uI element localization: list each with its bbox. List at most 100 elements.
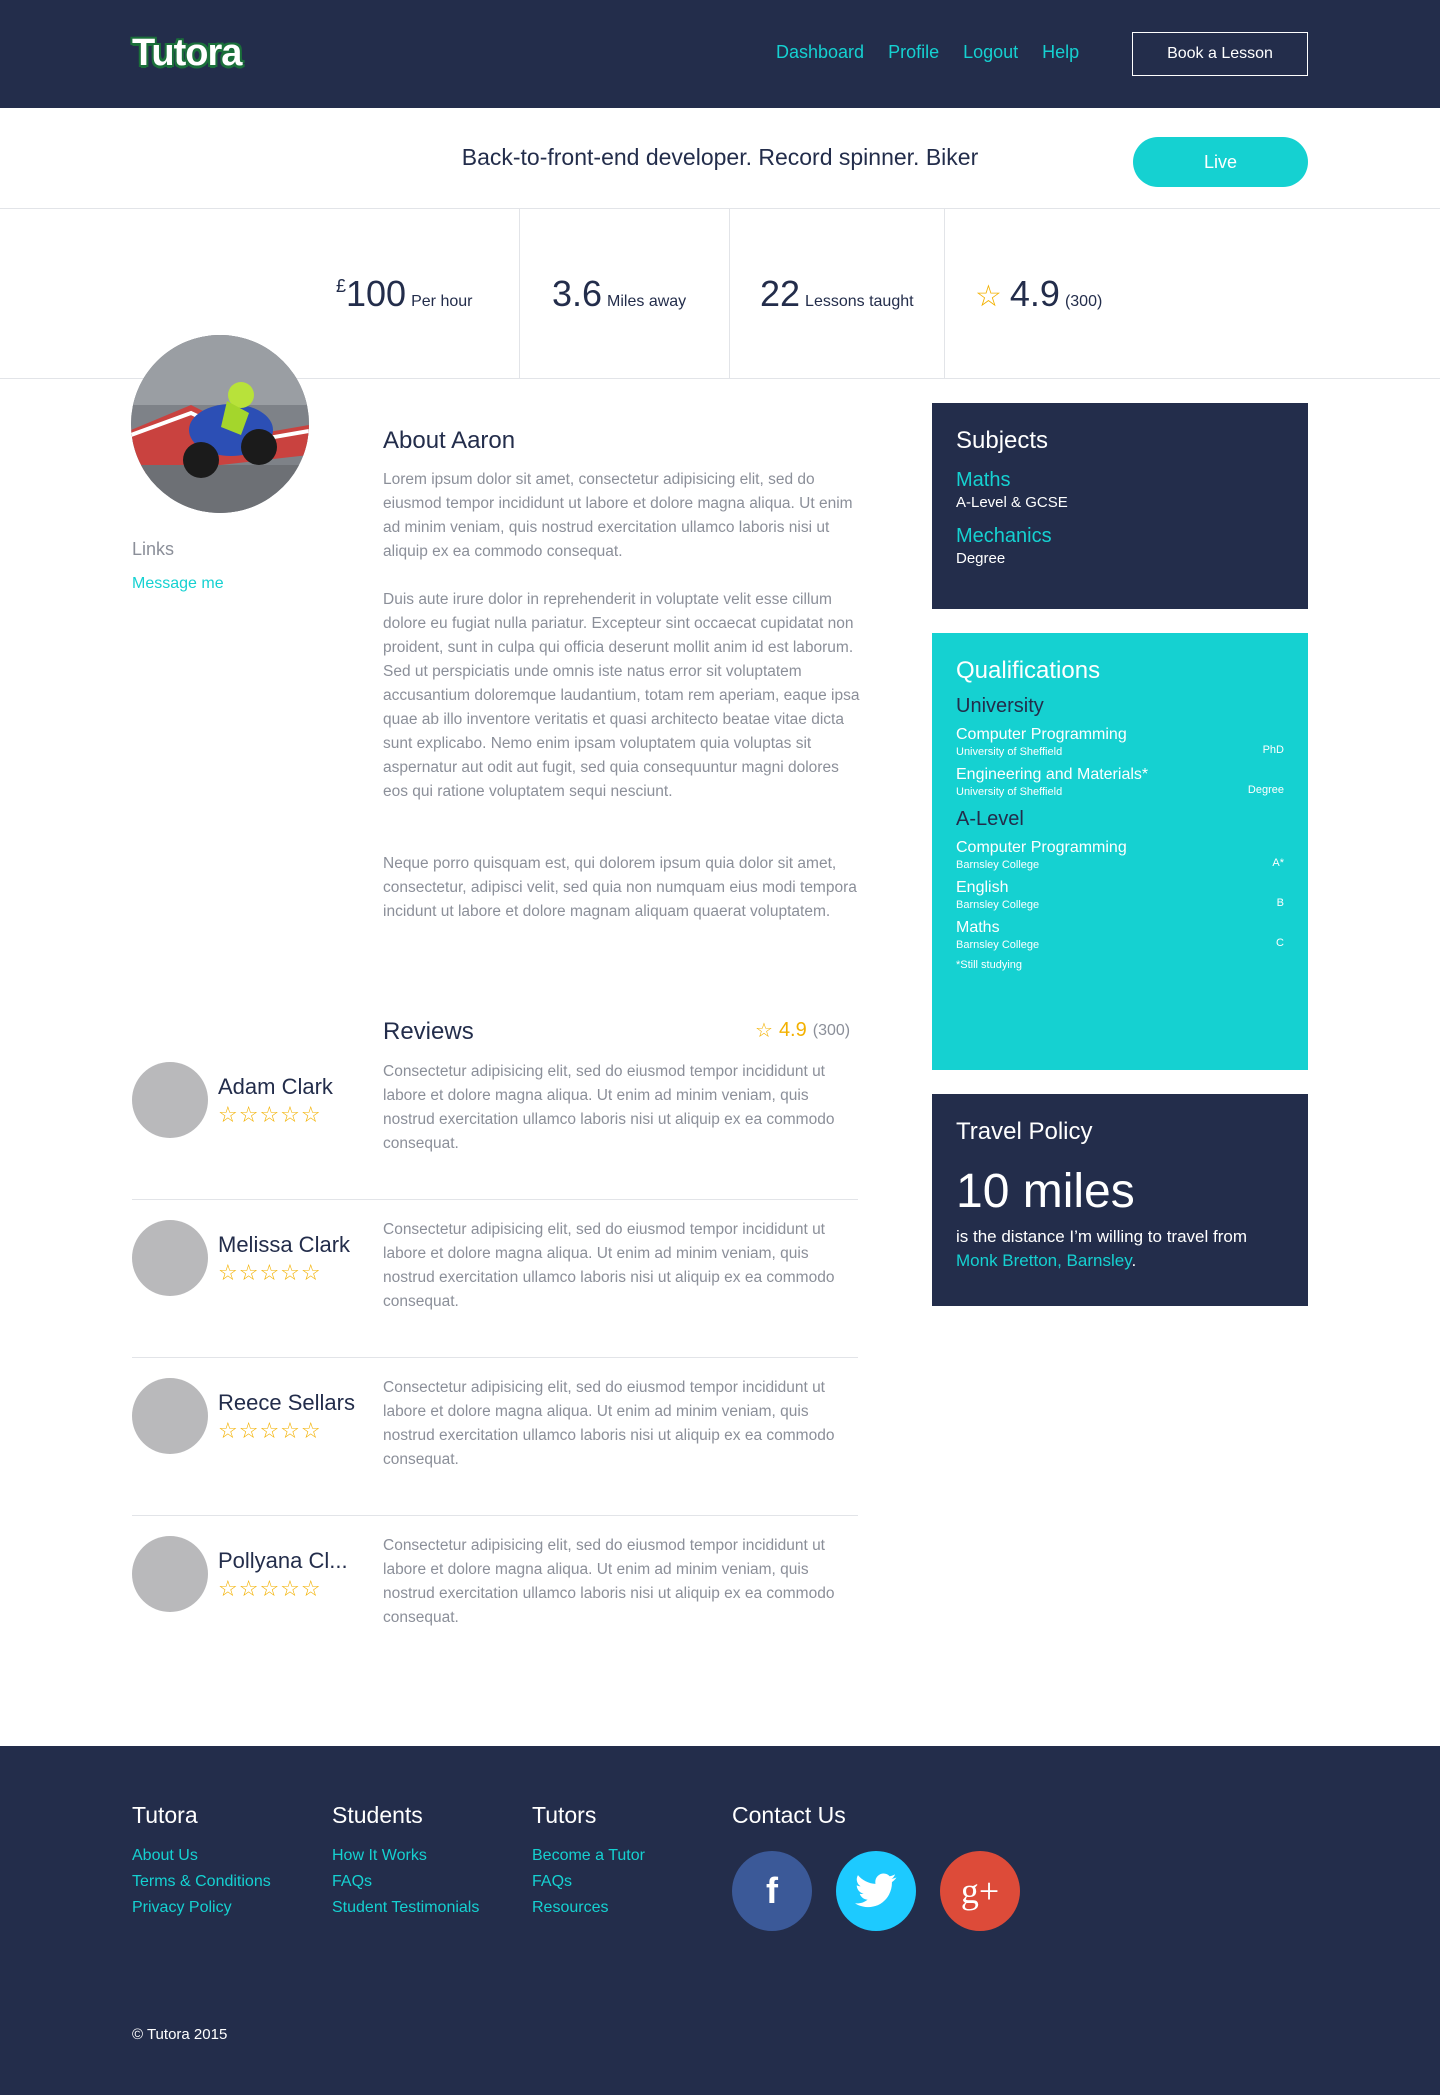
tutora-logo[interactable]: Tutora — [132, 32, 242, 75]
qual-name: English — [956, 879, 1009, 896]
qualification-item: Computer Programming University of Sheff… — [956, 726, 1284, 758]
reviewer-name: Adam Clark — [218, 1074, 333, 1099]
travel-heading: Travel Policy — [956, 1118, 1093, 1145]
qualification-note: *Still studying — [956, 959, 1023, 971]
google-plus-glyph: g+ — [960, 1871, 1000, 1911]
stat-price: £ 100 Per hour — [336, 273, 472, 315]
travel-distance: 10 miles — [956, 1165, 1135, 1218]
footer-link-become-tutor[interactable]: Become a Tutor — [532, 1843, 645, 1869]
rating-value: 4.9 — [1009, 273, 1060, 314]
qual-grade: A* — [1272, 857, 1284, 869]
reviews-count: (300) — [812, 1021, 851, 1039]
stat-distance: 3.6 Miles away — [552, 273, 686, 315]
book-lesson-button[interactable]: Book a Lesson — [1132, 32, 1308, 76]
qual-institution: Barnsley College — [956, 939, 1040, 951]
stat-divider — [944, 209, 945, 378]
about-paragraph: Neque porro quisquam est, qui dolorem ip… — [383, 855, 857, 920]
nav-help[interactable]: Help — [1042, 42, 1079, 63]
qual-institution: Barnsley College — [956, 859, 1040, 871]
qual-group-university: University — [956, 695, 1044, 717]
footer-link-privacy[interactable]: Privacy Policy — [132, 1895, 271, 1921]
qual-institution: Barnsley College — [956, 899, 1040, 911]
star-rating-icons: ☆☆☆☆☆ — [218, 1418, 322, 1443]
review-text: Consectetur adipisicing elit, sed do eiu… — [383, 1537, 835, 1626]
qualification-item: Maths Barnsley College C — [956, 919, 1284, 951]
subject-name: Mechanics — [956, 525, 1052, 547]
footer-link-faqs[interactable]: FAQs — [332, 1869, 479, 1895]
qual-institution: University of Sheffield — [956, 786, 1063, 798]
star-rating-icons: ☆☆☆☆☆ — [218, 1576, 322, 1601]
reviewer-name: Melissa Clark — [218, 1232, 351, 1257]
lessons-label: Lessons taught — [805, 293, 914, 310]
footer-link-terms[interactable]: Terms & Conditions — [132, 1869, 271, 1895]
qualification-item: Engineering and Materials* University of… — [956, 766, 1284, 798]
distance-value: 3.6 — [552, 273, 603, 314]
nav-profile[interactable]: Profile — [888, 42, 939, 63]
qualifications-heading: Qualifications — [956, 657, 1101, 684]
footer-heading: Tutora — [132, 1802, 198, 1828]
qual-institution: University of Sheffield — [956, 746, 1063, 758]
nav-dashboard[interactable]: Dashboard — [776, 42, 864, 63]
google-plus-icon[interactable]: g+ — [940, 1851, 1020, 1931]
footer-heading: Students — [332, 1802, 423, 1828]
subjects-panel: Subjects Maths A-Level & GCSE Mechanics … — [932, 403, 1308, 609]
review-item: Adam Clark ☆☆☆☆☆ Consectetur adipisicing… — [132, 1038, 858, 1196]
tagline-bar: Back-to-front-end developer. Record spin… — [0, 108, 1440, 209]
top-navbar: Tutora Dashboard Profile Logout Help Boo… — [0, 0, 1440, 108]
price-label: Per hour — [411, 293, 473, 310]
nav-logout[interactable]: Logout — [963, 42, 1018, 63]
travel-period: . — [1131, 1251, 1137, 1270]
links-heading: Links — [132, 539, 175, 559]
review-text: Consectetur adipisicing elit, sed do eiu… — [383, 1221, 835, 1310]
qualification-item: English Barnsley College B — [956, 879, 1284, 911]
footer-link-how-it-works[interactable]: How It Works — [332, 1843, 479, 1869]
star-rating-icons: ☆☆☆☆☆ — [218, 1102, 322, 1127]
travel-description: is the distance I’m willing to travel fr… — [956, 1225, 1284, 1273]
qualification-item: Computer Programming Barnsley College A* — [956, 839, 1284, 871]
footer-link-testimonials[interactable]: Student Testimonials — [332, 1895, 479, 1921]
message-me-link[interactable]: Message me — [132, 575, 224, 593]
stat-divider — [519, 209, 520, 378]
star-rating-icons: ☆☆☆☆☆ — [218, 1260, 322, 1285]
price-value: 100 — [346, 273, 407, 314]
twitter-bird-glyph — [855, 1873, 897, 1908]
stat-rating: ☆ 4.9 (300) — [975, 273, 1102, 315]
footer-link-faqs[interactable]: FAQs — [532, 1869, 645, 1895]
qualifications-panel: Qualifications University Computer Progr… — [932, 633, 1308, 1070]
reviewer-avatar — [132, 1062, 208, 1138]
star-icon: ☆ — [975, 280, 1002, 313]
review-item: Reece Sellars ☆☆☆☆☆ Consectetur adipisic… — [132, 1354, 858, 1512]
qual-name: Computer Programming — [956, 726, 1127, 743]
review-item: Melissa Clark ☆☆☆☆☆ Consectetur adipisic… — [132, 1196, 858, 1354]
subject-name: Maths — [956, 469, 1011, 491]
qual-name: Maths — [956, 919, 1000, 936]
reviewer-avatar — [132, 1220, 208, 1296]
review-item: Pollyana Cl... ☆☆☆☆☆ Consectetur adipisi… — [132, 1512, 858, 1670]
footer-col-students: Students How It Works FAQs Student Testi… — [332, 1802, 479, 1921]
qual-grade: Degree — [1247, 784, 1284, 796]
stat-divider — [729, 209, 730, 378]
travel-text: is the distance I’m willing to travel fr… — [956, 1227, 1247, 1246]
footer-link-resources[interactable]: Resources — [532, 1895, 645, 1921]
travel-location[interactable]: Monk Bretton, Barnsley — [956, 1251, 1131, 1270]
facebook-glyph: f — [766, 1870, 778, 1911]
footer-link-about[interactable]: About Us — [132, 1843, 271, 1869]
review-text: Consectetur adipisicing elit, sed do eiu… — [383, 1063, 835, 1152]
live-button[interactable]: Live — [1133, 137, 1308, 187]
facebook-icon[interactable]: f — [732, 1851, 812, 1931]
reviewer-avatar — [132, 1378, 208, 1454]
twitter-icon[interactable] — [836, 1851, 916, 1931]
footer: Tutora About Us Terms & Conditions Priva… — [0, 1746, 1440, 2095]
qual-grade: B — [1276, 897, 1284, 909]
qual-name: Engineering and Materials* — [956, 766, 1149, 783]
footer-col-tutors: Tutors Become a Tutor FAQs Resources — [532, 1802, 645, 1921]
subject-level: A-Level & GCSE — [956, 494, 1068, 511]
footer-col-tutora: Tutora About Us Terms & Conditions Priva… — [132, 1802, 271, 1921]
footer-heading: Contact Us — [732, 1802, 846, 1828]
copyright-text: © Tutora 2015 — [132, 2026, 228, 2043]
reviewer-name: Reece Sellars — [218, 1390, 355, 1415]
stat-lessons: 22 Lessons taught — [760, 273, 914, 315]
main-nav: Dashboard Profile Logout Help — [776, 42, 1079, 63]
qual-grade: PhD — [1262, 744, 1284, 756]
tutor-avatar — [131, 335, 309, 513]
